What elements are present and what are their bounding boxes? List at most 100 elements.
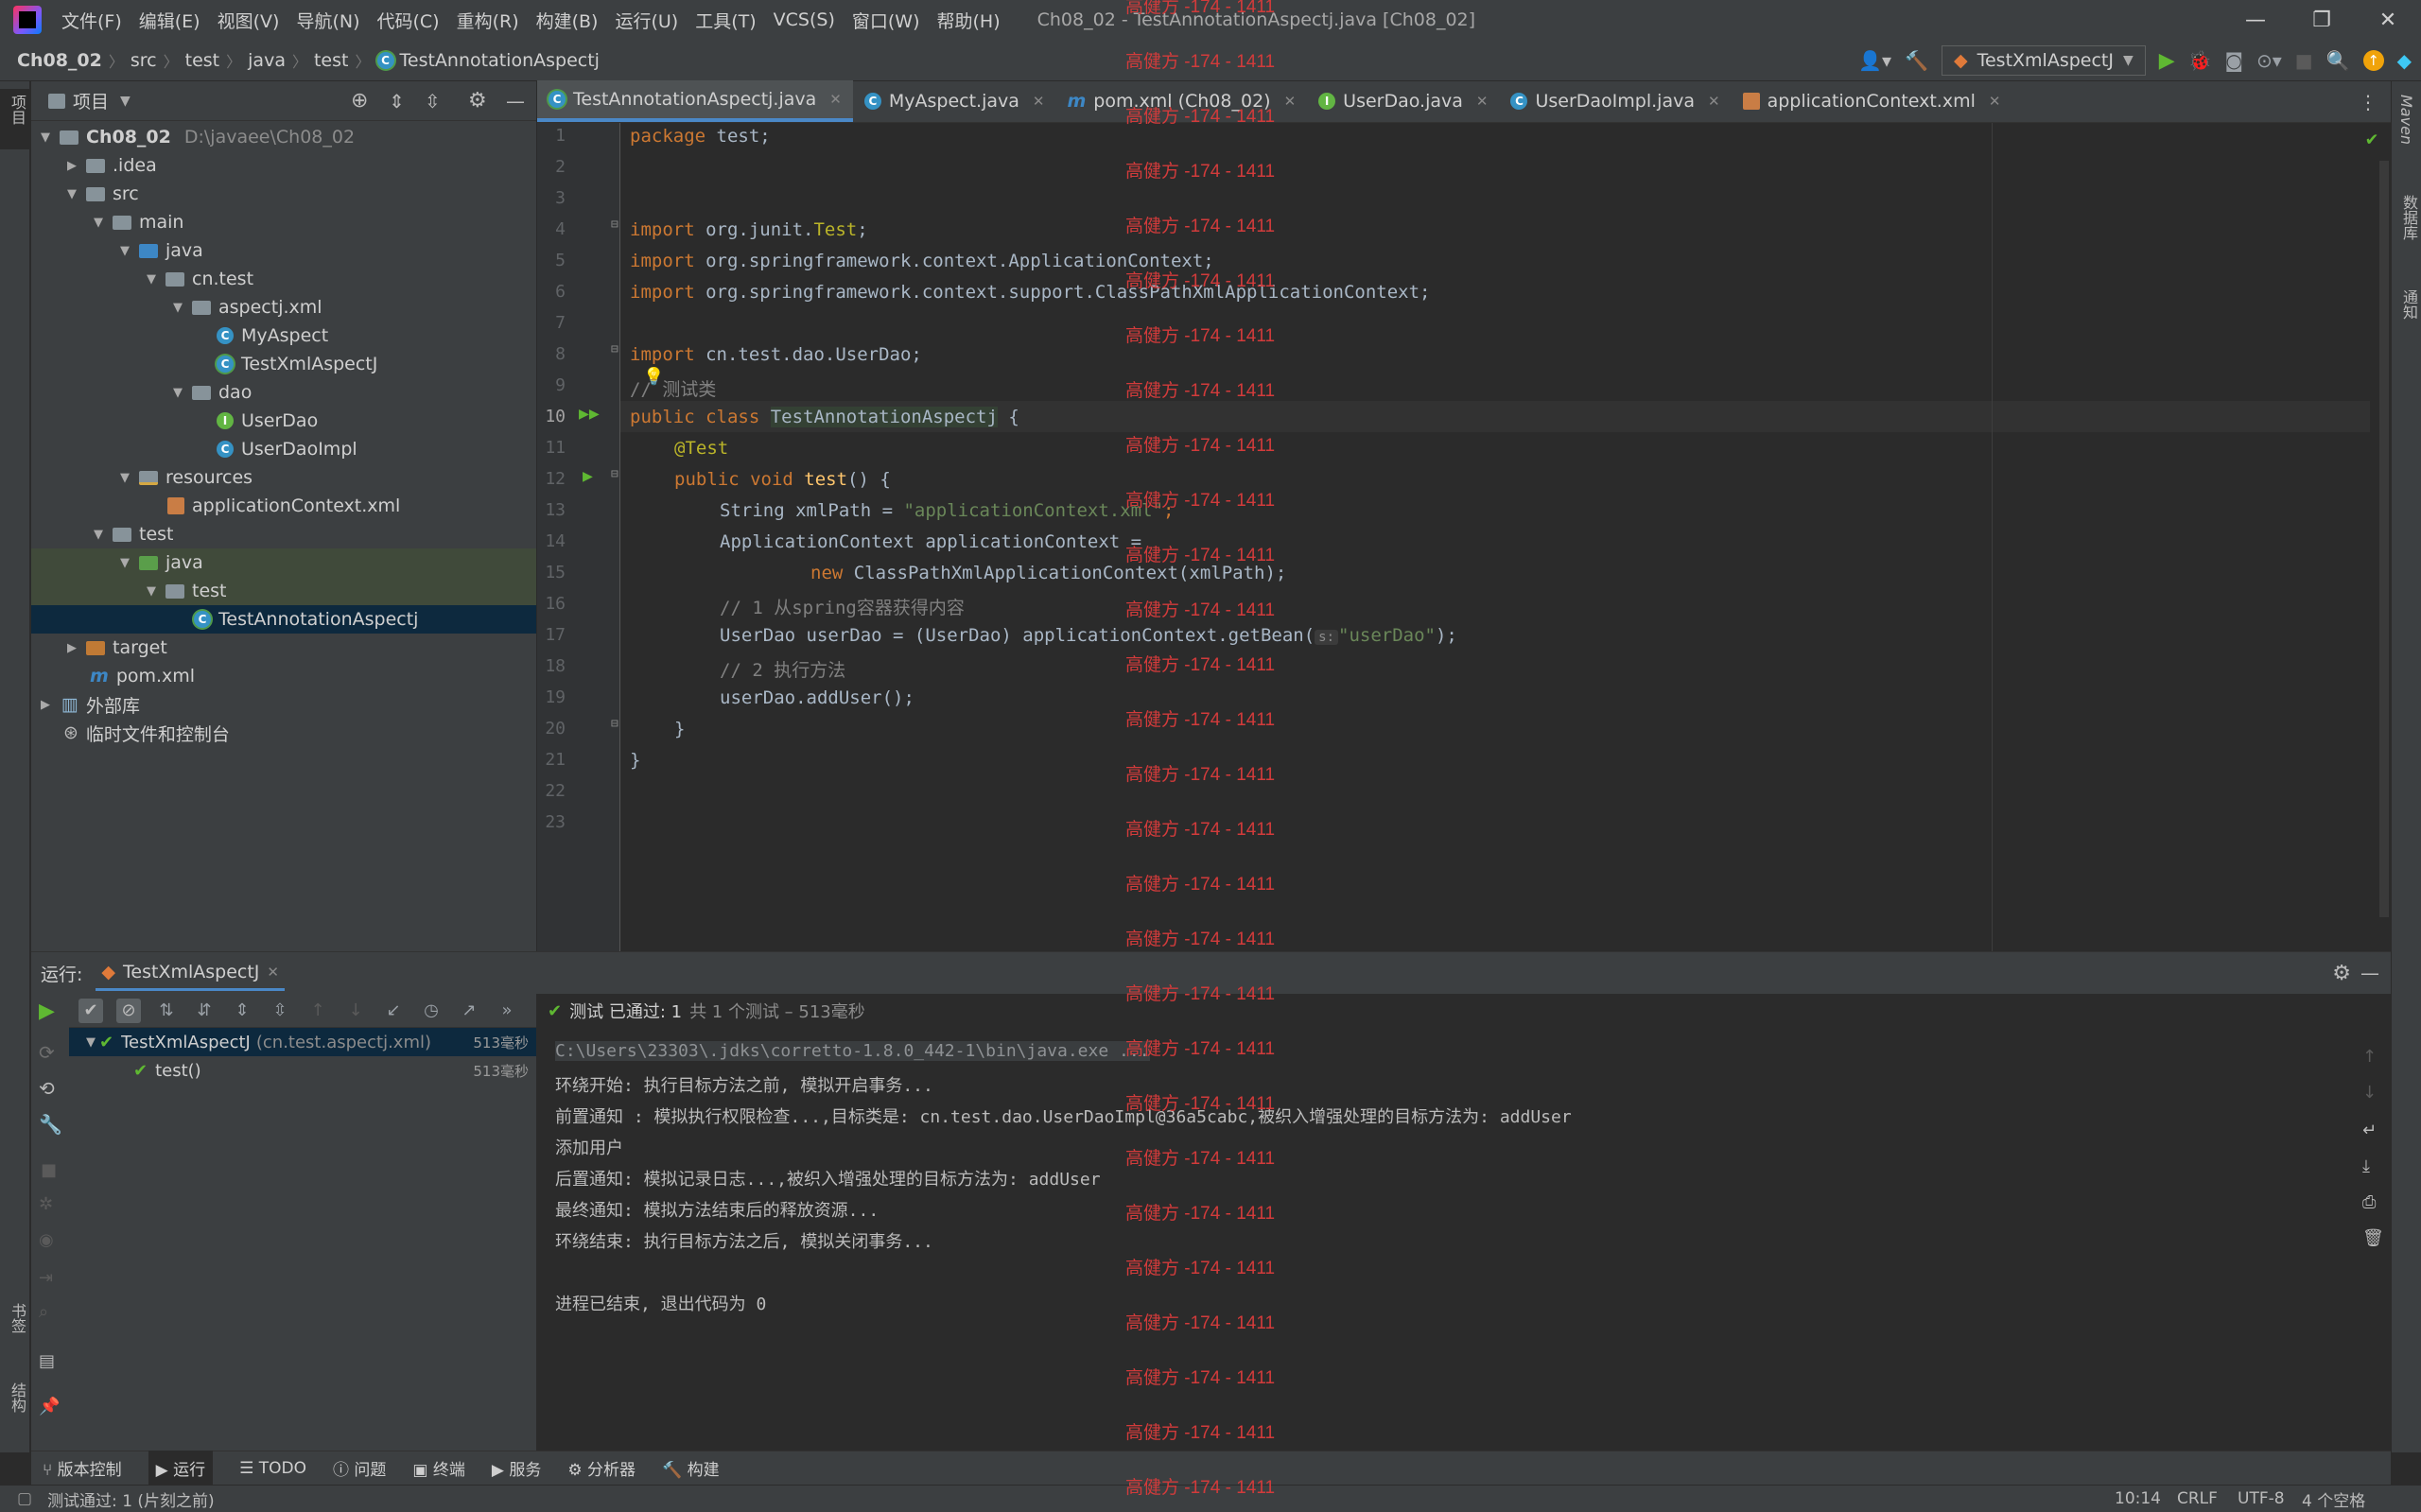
menu-window[interactable]: 窗口(W) — [844, 8, 929, 33]
sort-alpha-icon[interactable]: ⇅ — [154, 999, 179, 1023]
run-tab[interactable]: ◆ TestXmlAspectJ ✕ — [96, 956, 285, 991]
console-output[interactable]: C:\Users\23303\.jdks\corretto-1.8.0_442-… — [536, 1028, 2390, 1451]
debug-icon[interactable]: ✲ — [39, 1194, 53, 1214]
export-icon[interactable]: ↗ — [457, 999, 481, 1023]
tool-vcs[interactable]: ⑂ 版本控制 — [43, 1456, 122, 1480]
camera-icon[interactable]: ◉ — [39, 1230, 54, 1250]
wrench-icon[interactable]: 🔧 — [39, 1113, 62, 1136]
tree-item-resources[interactable]: ▼ resources — [31, 463, 536, 492]
chevron-down-icon[interactable]: ▼ — [143, 584, 160, 599]
chevron-down-icon[interactable]: ▼ — [90, 216, 107, 230]
code-editor[interactable]: 1 2 3 4 5 6 7 8 9 10 11 12 13 14 15 16 1… — [537, 123, 2391, 951]
chevron-down-icon[interactable]: ▼ — [169, 386, 186, 400]
chevron-down-icon[interactable]: ▼ — [82, 1035, 99, 1050]
more-icon[interactable]: » — [495, 999, 519, 1023]
restore-button[interactable]: ❐ — [2289, 0, 2355, 40]
profile-icon[interactable]: ⊙▾ — [2256, 49, 2282, 72]
breadcrumb-class[interactable]: TestAnnotationAspectj — [400, 50, 600, 71]
line-separator[interactable]: CRLF — [2177, 1489, 2218, 1508]
chevron-down-icon[interactable]: ▼ — [120, 94, 131, 109]
tree-item-main-java[interactable]: ▼ java — [31, 236, 536, 265]
close-icon[interactable]: ✕ — [1708, 93, 1720, 110]
locate-file-icon[interactable]: ⊕ — [351, 89, 368, 113]
menu-run[interactable]: 运行(U) — [606, 8, 687, 33]
fold-icon[interactable]: ⊟ — [611, 467, 618, 481]
hide-panel-icon[interactable]: — — [2360, 962, 2379, 984]
file-encoding[interactable]: UTF-8 — [2238, 1489, 2285, 1508]
fold-icon[interactable]: ⊟ — [611, 217, 618, 232]
chevron-right-icon[interactable]: ▶ — [37, 698, 54, 712]
chevron-down-icon[interactable]: ▼ — [37, 130, 54, 145]
previous-failed-icon[interactable]: ↑ — [305, 999, 330, 1023]
chevron-right-icon[interactable]: ▶ — [63, 641, 80, 655]
tool-todo[interactable]: ☰ TODO — [239, 1459, 306, 1478]
toggle-autotest-icon[interactable]: ⟲ — [39, 1077, 55, 1100]
stop-icon[interactable]: ■ — [41, 1160, 57, 1180]
expand-all-icon[interactable]: ⇕ — [230, 999, 254, 1023]
status-message[interactable]: 测试通过: 1 (片刻之前) — [47, 1487, 215, 1511]
breadcrumb-test[interactable]: test — [185, 50, 220, 71]
sort-duration-icon[interactable]: ⇵ — [192, 999, 217, 1023]
import-tests-icon[interactable]: ↙ — [381, 999, 406, 1023]
collapse-all-icon[interactable]: ⇳ — [268, 999, 292, 1023]
database-tool-button[interactable]: 数据库 — [2397, 195, 2420, 240]
rerun-failed-icon[interactable]: ⟳ — [39, 1041, 55, 1064]
chevron-down-icon[interactable]: ▼ — [90, 528, 107, 542]
trash-icon[interactable]: 🗑 — [2362, 1228, 2384, 1248]
tab-pom[interactable]: m pom.xml (Ch08_02) ✕ — [1055, 80, 1307, 122]
jetbrains-toolbox-icon[interactable]: ◆ — [2397, 49, 2412, 72]
notifications-tool-button[interactable]: 通知 — [2397, 289, 2420, 320]
pin-icon[interactable]: 📌 — [39, 1397, 60, 1416]
chevron-down-icon[interactable]: ▼ — [169, 301, 186, 315]
tree-item-userdaoimpl[interactable]: C UserDaoImpl — [31, 435, 536, 463]
tree-item-test-dir[interactable]: ▼ test — [31, 520, 536, 548]
test-row-class[interactable]: ▼ ✔ TestXmlAspectJ (cn.test.aspectj.xml)… — [69, 1028, 536, 1056]
inspection-ok-icon[interactable]: ✔ — [2366, 127, 2377, 149]
tree-item-test-package[interactable]: ▼ test — [31, 577, 536, 605]
tree-item-myaspect[interactable]: C MyAspect — [31, 322, 536, 350]
expand-all-icon[interactable]: ⇕ — [389, 90, 405, 113]
breadcrumb-java[interactable]: java — [248, 50, 286, 71]
chevron-right-icon[interactable]: ▶ — [63, 159, 80, 173]
caret-position[interactable]: 10:14 — [2115, 1489, 2161, 1508]
tree-item-target[interactable]: ▶ target — [31, 634, 536, 662]
tool-services[interactable]: ▶ 服务 — [492, 1456, 541, 1480]
tool-run[interactable]: ▶ 运行 — [148, 1451, 214, 1486]
close-icon[interactable]: ✕ — [829, 91, 842, 108]
arrow-up-icon[interactable]: ↑ — [2362, 1047, 2377, 1067]
tree-item-root[interactable]: ▼ Ch08_02 D:\javaee\Ch08_02 — [31, 123, 536, 151]
scroll-to-end-icon[interactable]: ⤓ — [2362, 1156, 2370, 1176]
search-icon[interactable]: 🔍 — [2326, 49, 2350, 72]
indent-setting[interactable]: 4 个空格 — [2302, 1487, 2365, 1511]
tree-item-dao[interactable]: ▼ dao — [31, 378, 536, 407]
menu-code[interactable]: 代码(C) — [368, 8, 447, 33]
menu-help[interactable]: 帮助(H) — [929, 8, 1009, 33]
breadcrumb-src[interactable]: src — [131, 50, 157, 71]
tab-myaspect[interactable]: C MyAspect.java ✕ — [853, 80, 1056, 122]
tree-item-scratches[interactable]: ⊛ 临时文件和控制台 — [31, 719, 536, 747]
menu-file[interactable]: 文件(F) — [53, 8, 131, 33]
menu-view[interactable]: 视图(V) — [209, 8, 288, 33]
debug-icon[interactable]: 🐞 — [2188, 49, 2212, 72]
tab-userdao[interactable]: I UserDao.java ✕ — [1307, 80, 1499, 122]
import-icon[interactable]: ⇥ — [39, 1268, 53, 1288]
run-tests-gutter-icon[interactable]: ▶▶ — [579, 404, 600, 424]
editor-gutter[interactable]: 1 2 3 4 5 6 7 8 9 10 11 12 13 14 15 16 1… — [537, 123, 620, 951]
tree-item-cn-test[interactable]: ▼ cn.test — [31, 265, 536, 293]
close-window-button[interactable]: ✕ — [2355, 0, 2421, 40]
gear-icon[interactable]: ⚙ — [468, 89, 487, 113]
tree-item-testannotationaspectj[interactable]: C TestAnnotationAspectj — [31, 605, 536, 634]
tree-item-main[interactable]: ▼ main — [31, 208, 536, 236]
tree-item-external-libraries[interactable]: ▶ ▥ 外部库 — [31, 690, 536, 719]
close-icon[interactable]: ✕ — [1476, 93, 1489, 110]
tree-item-aspectj-xml[interactable]: ▼ aspectj.xml — [31, 293, 536, 322]
layout-icon[interactable]: ▤ — [39, 1351, 55, 1371]
tree-item-applicationcontext[interactable]: applicationContext.xml — [31, 492, 536, 520]
history-icon[interactable]: ◷ — [419, 999, 444, 1023]
close-icon[interactable]: ✕ — [1989, 93, 2001, 110]
lightbulb-icon[interactable]: 💡 — [643, 367, 664, 387]
breadcrumb-project[interactable]: Ch08_02 — [17, 50, 102, 71]
update-icon[interactable]: ↑ — [2362, 50, 2384, 71]
stop-icon[interactable]: ■ — [2295, 49, 2313, 72]
rerun-icon[interactable]: ▶ — [39, 999, 55, 1023]
